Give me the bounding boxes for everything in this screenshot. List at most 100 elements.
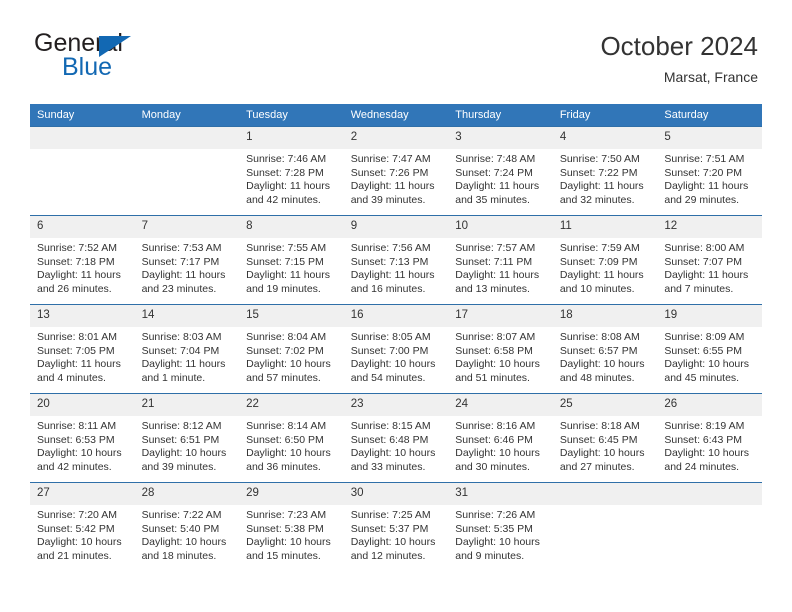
weekday-header-sunday: Sunday	[30, 104, 135, 127]
calendar-page: General Blue October 2024 Marsat, France…	[0, 0, 792, 612]
daylight-text: Daylight: 11 hours and 35 minutes.	[455, 180, 540, 206]
sunrise-text: Sunrise: 7:59 AM	[559, 242, 640, 254]
day-cell[interactable]: 2 Sunrise: 7:47 AM Sunset: 7:26 PM Dayli…	[343, 126, 449, 216]
day-number: 3	[448, 127, 553, 149]
calendar-week-row: 13 Sunrise: 8:01 AM Sunset: 7:05 PM Dayl…	[30, 304, 762, 394]
day-cell[interactable]: 8 Sunrise: 7:55 AM Sunset: 7:15 PM Dayli…	[239, 215, 344, 305]
daylight-text: Daylight: 10 hours and 12 minutes.	[350, 536, 436, 562]
day-cell[interactable]: 10 Sunrise: 7:57 AM Sunset: 7:11 PM Dayl…	[448, 215, 553, 305]
day-cell	[552, 482, 658, 571]
sunrise-text: Sunrise: 7:47 AM	[350, 153, 431, 165]
day-cell[interactable]: 4 Sunrise: 7:50 AM Sunset: 7:22 PM Dayli…	[552, 126, 658, 216]
day-number: 13	[30, 305, 135, 327]
page-subtitle-location: Marsat, France	[663, 69, 758, 85]
sunset-text: Sunset: 5:42 PM	[37, 522, 115, 535]
day-cell[interactable]: 26 Sunrise: 8:19 AM Sunset: 6:43 PM Dayl…	[657, 393, 762, 483]
day-cell[interactable]: 13 Sunrise: 8:01 AM Sunset: 7:05 PM Dayl…	[30, 304, 135, 394]
sunrise-text: Sunrise: 7:50 AM	[559, 153, 640, 165]
day-info: Sunrise: 7:22 AM Sunset: 5:40 PM Dayligh…	[135, 505, 240, 563]
day-cell[interactable]: 24 Sunrise: 8:16 AM Sunset: 6:46 PM Dayl…	[448, 393, 553, 483]
general-blue-logo[interactable]: General Blue	[34, 30, 224, 92]
day-info: Sunrise: 7:53 AM Sunset: 7:17 PM Dayligh…	[135, 238, 240, 296]
weekday-header-saturday: Saturday	[657, 104, 762, 127]
daylight-text: Daylight: 11 hours and 10 minutes.	[559, 269, 644, 295]
day-number: 30	[343, 483, 449, 505]
sunset-text: Sunset: 6:55 PM	[664, 344, 743, 357]
day-number: 20	[30, 394, 135, 416]
day-cell[interactable]: 31 Sunrise: 7:26 AM Sunset: 5:35 PM Dayl…	[448, 482, 553, 571]
day-number: 17	[448, 305, 553, 327]
calendar-week-row: 27 Sunrise: 7:20 AM Sunset: 5:42 PM Dayl…	[30, 482, 762, 571]
daylight-text: Daylight: 10 hours and 15 minutes.	[246, 536, 331, 562]
sunrise-text: Sunrise: 8:00 AM	[664, 242, 745, 254]
day-info: Sunrise: 7:59 AM Sunset: 7:09 PM Dayligh…	[553, 238, 658, 296]
day-cell[interactable]: 5 Sunrise: 7:51 AM Sunset: 7:20 PM Dayli…	[657, 126, 762, 216]
day-number	[134, 127, 240, 149]
day-info: Sunrise: 8:04 AM Sunset: 7:02 PM Dayligh…	[239, 327, 344, 385]
day-cell[interactable]: 18 Sunrise: 8:08 AM Sunset: 6:57 PM Dayl…	[552, 304, 658, 394]
sunrise-text: Sunrise: 8:16 AM	[455, 420, 536, 432]
sunset-text: Sunset: 6:50 PM	[246, 433, 324, 446]
weekday-header-monday: Monday	[134, 104, 240, 127]
day-cell[interactable]: 21 Sunrise: 8:12 AM Sunset: 6:51 PM Dayl…	[134, 393, 240, 483]
day-number	[657, 483, 762, 505]
day-cell[interactable]: 29 Sunrise: 7:23 AM Sunset: 5:38 PM Dayl…	[239, 482, 344, 571]
day-cell[interactable]: 14 Sunrise: 8:03 AM Sunset: 7:04 PM Dayl…	[134, 304, 240, 394]
day-cell[interactable]: 1 Sunrise: 7:46 AM Sunset: 7:28 PM Dayli…	[239, 126, 344, 216]
day-cell[interactable]: 9 Sunrise: 7:56 AM Sunset: 7:13 PM Dayli…	[343, 215, 449, 305]
day-cell[interactable]: 22 Sunrise: 8:14 AM Sunset: 6:50 PM Dayl…	[239, 393, 344, 483]
daylight-text: Daylight: 11 hours and 29 minutes.	[664, 180, 749, 206]
sunset-text: Sunset: 7:20 PM	[664, 166, 743, 179]
day-cell[interactable]: 17 Sunrise: 8:07 AM Sunset: 6:58 PM Dayl…	[448, 304, 553, 394]
sunset-text: Sunset: 7:09 PM	[559, 255, 638, 268]
day-info: Sunrise: 7:26 AM Sunset: 5:35 PM Dayligh…	[448, 505, 553, 563]
sunrise-text: Sunrise: 8:11 AM	[37, 420, 117, 432]
day-cell[interactable]: 30 Sunrise: 7:25 AM Sunset: 5:37 PM Dayl…	[343, 482, 449, 571]
sunrise-text: Sunrise: 7:22 AM	[141, 509, 222, 521]
day-cell[interactable]: 3 Sunrise: 7:48 AM Sunset: 7:24 PM Dayli…	[448, 126, 553, 216]
day-cell[interactable]: 28 Sunrise: 7:22 AM Sunset: 5:40 PM Dayl…	[134, 482, 240, 571]
day-number: 7	[134, 216, 240, 238]
day-info: Sunrise: 8:11 AM Sunset: 6:53 PM Dayligh…	[30, 416, 135, 474]
daylight-text: Daylight: 10 hours and 51 minutes.	[455, 358, 540, 384]
daylight-text: Daylight: 11 hours and 13 minutes.	[455, 269, 540, 295]
sunset-text: Sunset: 7:24 PM	[455, 166, 533, 179]
day-cell[interactable]: 15 Sunrise: 8:04 AM Sunset: 7:02 PM Dayl…	[239, 304, 344, 394]
sunrise-text: Sunrise: 7:25 AM	[350, 509, 431, 521]
daylight-text: Daylight: 10 hours and 57 minutes.	[246, 358, 331, 384]
day-number: 24	[448, 394, 553, 416]
day-cell[interactable]: 23 Sunrise: 8:15 AM Sunset: 6:48 PM Dayl…	[343, 393, 449, 483]
day-info: Sunrise: 7:20 AM Sunset: 5:42 PM Dayligh…	[30, 505, 135, 563]
sunset-text: Sunset: 5:35 PM	[455, 522, 533, 535]
weekday-header-friday: Friday	[552, 104, 658, 127]
day-cell[interactable]: 20 Sunrise: 8:11 AM Sunset: 6:53 PM Dayl…	[30, 393, 135, 483]
day-cell[interactable]: 27 Sunrise: 7:20 AM Sunset: 5:42 PM Dayl…	[30, 482, 135, 571]
sunset-text: Sunset: 6:45 PM	[559, 433, 638, 446]
sunrise-text: Sunrise: 7:48 AM	[455, 153, 536, 165]
sunset-text: Sunset: 7:26 PM	[350, 166, 429, 179]
daylight-text: Daylight: 11 hours and 7 minutes.	[664, 269, 749, 295]
day-cell[interactable]: 7 Sunrise: 7:53 AM Sunset: 7:17 PM Dayli…	[134, 215, 240, 305]
daylight-text: Daylight: 10 hours and 30 minutes.	[455, 447, 540, 473]
day-info: Sunrise: 7:25 AM Sunset: 5:37 PM Dayligh…	[344, 505, 449, 563]
day-cell[interactable]: 12 Sunrise: 8:00 AM Sunset: 7:07 PM Dayl…	[657, 215, 762, 305]
day-number: 9	[343, 216, 449, 238]
day-info: Sunrise: 7:46 AM Sunset: 7:28 PM Dayligh…	[239, 149, 344, 207]
daylight-text: Daylight: 11 hours and 19 minutes.	[246, 269, 330, 295]
day-cell[interactable]: 16 Sunrise: 8:05 AM Sunset: 7:00 PM Dayl…	[343, 304, 449, 394]
sunset-text: Sunset: 6:46 PM	[455, 433, 533, 446]
day-number: 18	[552, 305, 658, 327]
day-info: Sunrise: 7:52 AM Sunset: 7:18 PM Dayligh…	[30, 238, 135, 296]
sunset-text: Sunset: 7:22 PM	[559, 166, 638, 179]
sunrise-text: Sunrise: 7:20 AM	[37, 509, 117, 521]
sunset-text: Sunset: 7:05 PM	[37, 344, 115, 357]
daylight-text: Daylight: 11 hours and 23 minutes.	[141, 269, 226, 295]
day-cell[interactable]: 11 Sunrise: 7:59 AM Sunset: 7:09 PM Dayl…	[552, 215, 658, 305]
day-cell[interactable]: 19 Sunrise: 8:09 AM Sunset: 6:55 PM Dayl…	[657, 304, 762, 394]
sunrise-text: Sunrise: 8:18 AM	[559, 420, 640, 432]
sunset-text: Sunset: 6:57 PM	[559, 344, 638, 357]
sunrise-text: Sunrise: 8:04 AM	[246, 331, 327, 343]
day-info: Sunrise: 7:47 AM Sunset: 7:26 PM Dayligh…	[344, 149, 449, 207]
day-cell[interactable]: 25 Sunrise: 8:18 AM Sunset: 6:45 PM Dayl…	[552, 393, 658, 483]
day-cell[interactable]: 6 Sunrise: 7:52 AM Sunset: 7:18 PM Dayli…	[30, 215, 135, 305]
